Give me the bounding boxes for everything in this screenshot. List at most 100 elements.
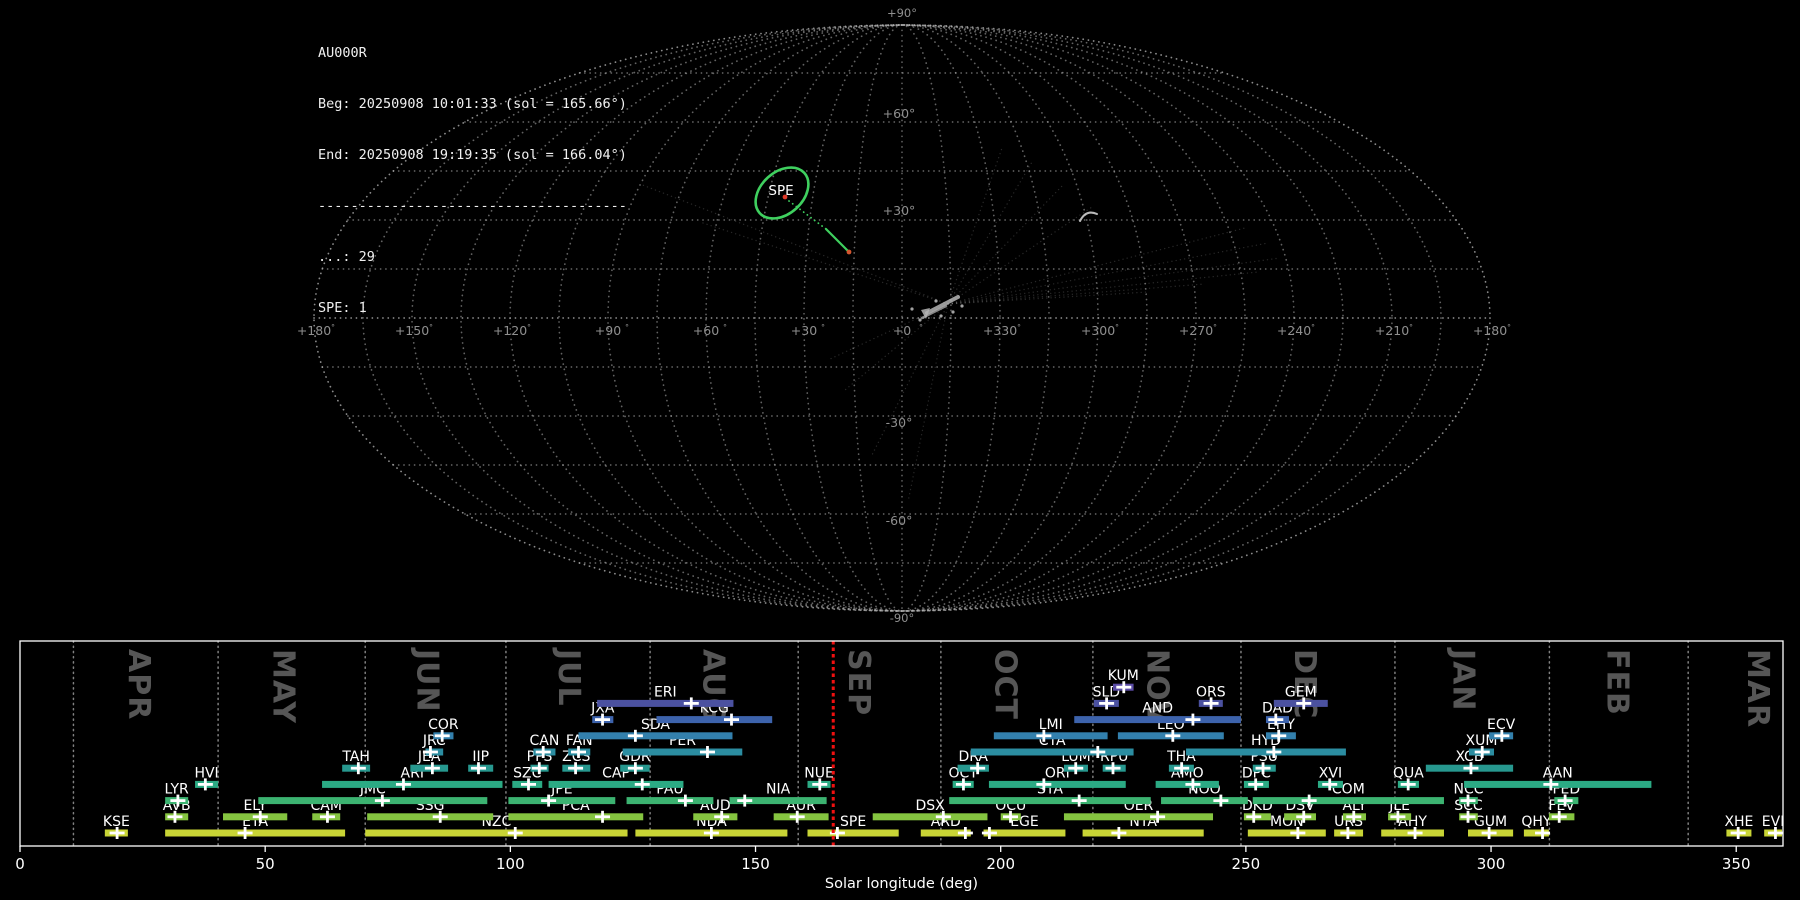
month-label: APR: [121, 649, 156, 720]
tick-label: 250: [1232, 855, 1261, 873]
spe-trail-end-dot: [846, 249, 852, 255]
tick-label: 350: [1722, 855, 1751, 873]
meteor-trace: [947, 283, 1206, 305]
bar-STA: [949, 797, 1151, 805]
bar-AND: [1074, 716, 1241, 724]
spe-trail: [824, 227, 850, 253]
radiant-dot: [939, 314, 943, 318]
bar-SPE: [807, 829, 899, 837]
bar-ERI: [597, 699, 734, 707]
bar-COM: [1252, 797, 1444, 805]
bar-HYD: [1186, 748, 1346, 756]
label-AAN: AAN: [1543, 765, 1573, 781]
lat-label: -60°: [886, 513, 913, 528]
bar-PCA: [508, 813, 644, 821]
bar-ETA: [165, 829, 346, 837]
label-NIA: NIA: [766, 782, 791, 798]
lat-label: -30°: [886, 415, 913, 430]
bar-NTA: [1082, 829, 1204, 837]
radiant-dot: [910, 307, 914, 311]
degree-mark: °: [723, 323, 727, 332]
pole-label-south: -90°: [890, 611, 915, 625]
meteor-trace: [947, 271, 1259, 305]
spe-trail-dotted: [788, 200, 827, 230]
month-label: MAY: [265, 649, 300, 724]
month-label: JAN: [1446, 647, 1481, 712]
station-id: AU000R: [318, 45, 367, 61]
month-label: JUL: [551, 647, 586, 707]
month-label: FEB: [1600, 649, 1635, 716]
unassociated-count: ...: 29: [318, 249, 375, 265]
label-GUM: GUM: [1474, 814, 1507, 830]
bar-JMC: [258, 797, 488, 805]
tick-label: 150: [741, 855, 770, 873]
label-ERI: ERI: [654, 684, 677, 700]
spe-label: SPE: [768, 183, 793, 199]
bar-OER: [1063, 813, 1214, 821]
separator-dashes: --------------------------------------: [318, 198, 627, 214]
shower-activity-timeline: APR MAY JUN JUL AUG SEP OCT NOV DEC JAN FEB MARKSE E…: [15, 640, 1785, 892]
end-time: End: 20250908 19:19:35 (sol = 166.04°): [318, 147, 627, 163]
meteor-trace: [947, 206, 1093, 305]
radiant-dot: [960, 304, 964, 308]
lon-label: +270: [1179, 323, 1213, 338]
label-LMI: LMI: [1039, 717, 1063, 733]
label-EVI: EVI: [1762, 814, 1785, 830]
radiant-dot: [951, 310, 955, 314]
radiant-sky-map: +180 ° +150 ° +120 ° +90 ° +60 ° +30 ° +0 ° +330 ° +300 °…: [297, 6, 1511, 625]
x-axis-label: Solar longitude (deg): [825, 876, 978, 892]
lon-label: +300: [1081, 323, 1115, 338]
degree-mark: °: [1213, 323, 1217, 332]
label-SPE: SPE: [840, 814, 866, 830]
bar-DSX: [872, 813, 988, 821]
tick-label: 100: [496, 855, 525, 873]
degree-mark: °: [919, 323, 923, 332]
degree-mark: °: [1311, 323, 1315, 332]
meteor-trace: [947, 257, 1281, 305]
degree-mark: °: [821, 323, 825, 332]
bar-ARI: [322, 780, 503, 788]
pole-label-north: +90°: [887, 6, 917, 20]
degree-mark: °: [1115, 323, 1119, 332]
label-AND: AND: [1142, 701, 1173, 717]
bar-PER: [622, 748, 743, 756]
meteor-trace: [947, 183, 1065, 305]
bar-JPE: [508, 797, 616, 805]
begin-time: Beg: 20250908 10:01:33 (sol = 165.66°): [318, 96, 627, 112]
bar-KCG: [656, 716, 773, 724]
meteor-trace: [639, 183, 949, 305]
meteor-trace: [947, 242, 1269, 305]
label-DSX: DSX: [915, 798, 945, 814]
label-TAH: TAH: [341, 749, 370, 765]
meteor-trace: [947, 161, 1033, 305]
lon-label: +240: [1277, 323, 1311, 338]
bar-SDA: [578, 732, 733, 740]
bar-NOO: [1161, 797, 1248, 805]
month-label: SEP: [841, 649, 876, 716]
meteor-trace: [947, 227, 1246, 305]
bar-MON: [1247, 829, 1326, 837]
radiant-dot: [918, 318, 922, 322]
bar-SSG: [367, 813, 494, 821]
tick-label: 50: [256, 855, 275, 873]
lat-label: +60°: [883, 106, 916, 121]
lon-label: +330: [983, 323, 1017, 338]
lon-label: +0: [893, 323, 911, 338]
tick-label: 300: [1477, 855, 1506, 873]
meteor-trace: [844, 303, 949, 391]
bar-PAU: [626, 797, 714, 805]
label-IIP: IIP: [472, 749, 489, 765]
label-GEM: GEM: [1285, 684, 1317, 700]
month-label: MAR: [1740, 649, 1775, 728]
lon-label: +180: [1473, 323, 1507, 338]
lon-label: +30: [791, 323, 817, 338]
bar-CAP: [548, 780, 684, 788]
meteor-trace: [699, 221, 949, 305]
spe-count: SPE: 1: [318, 300, 367, 316]
label-QHY: QHY: [1521, 814, 1552, 830]
month-label: OCT: [988, 649, 1023, 720]
lat-label: +30°: [883, 203, 916, 218]
degree-mark: °: [1507, 323, 1511, 332]
degree-mark: °: [1409, 323, 1413, 332]
tick-label: 0: [15, 855, 25, 873]
